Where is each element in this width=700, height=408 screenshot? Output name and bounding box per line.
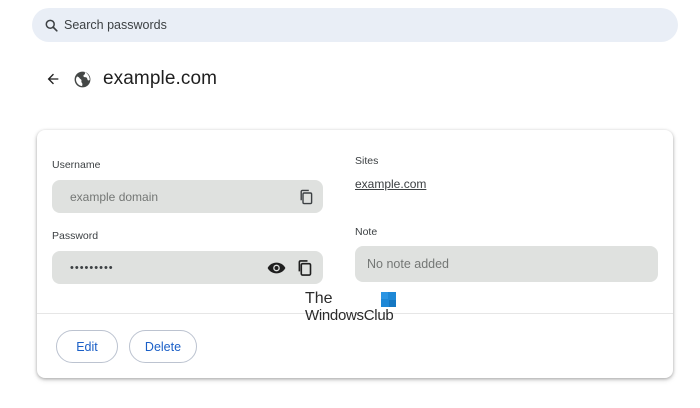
site-header: example.com [42,64,217,94]
search-input[interactable] [64,18,624,32]
search-icon [42,16,60,34]
site-link[interactable]: example.com [355,177,426,191]
search-bar[interactable] [32,8,678,42]
password-value: ••••••••• [70,261,114,274]
eye-icon[interactable] [266,259,286,276]
edit-button[interactable]: Edit [56,330,118,363]
page-title: example.com [103,68,218,89]
note-value: No note added [367,257,450,271]
username-label: Username [52,159,101,171]
password-card: Username example domain Password •••••••… [37,130,673,378]
watermark-line1: The [305,290,333,307]
note-label: Note [355,226,378,238]
windows-logo-icon [381,292,396,307]
password-details-page: example.com Username example domain Pass… [0,0,700,408]
password-field[interactable]: ••••••••• [52,251,323,284]
copy-icon[interactable] [298,188,314,205]
username-field[interactable]: example domain [52,180,323,213]
password-label: Password [52,230,99,242]
globe-icon [72,69,92,89]
delete-button[interactable]: Delete [129,330,197,363]
watermark: The WindowsClub [305,290,405,326]
username-value: example domain [70,189,159,204]
sites-label: Sites [355,155,379,167]
note-field[interactable]: No note added [355,246,658,282]
copy-icon[interactable] [296,258,312,277]
arrow-back-icon[interactable] [42,68,64,90]
watermark-line2: WindowsClub [305,307,394,324]
